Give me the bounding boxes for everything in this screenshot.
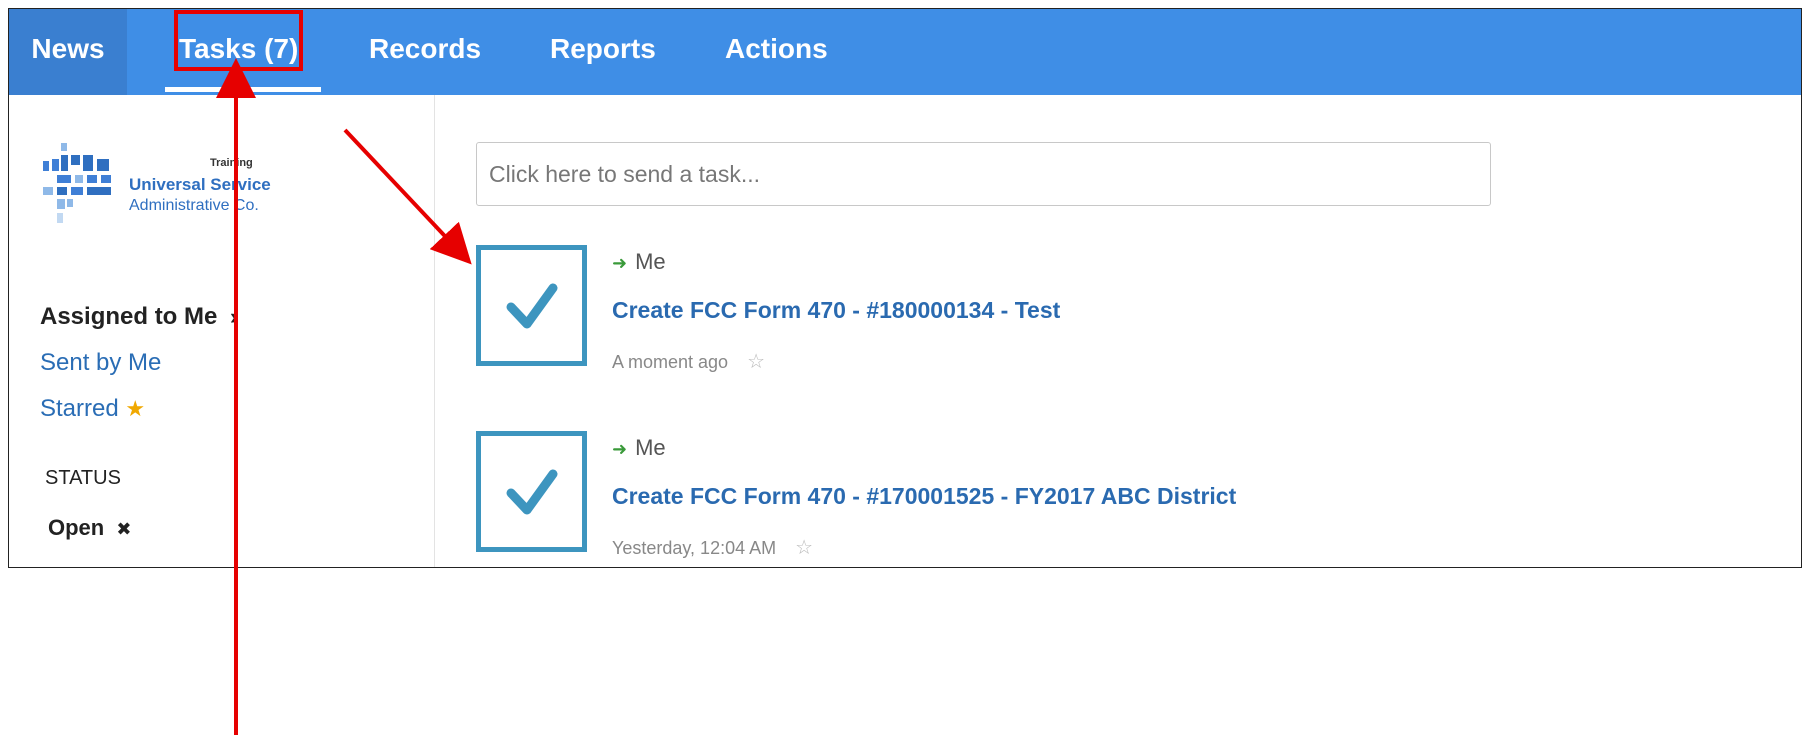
usac-logo: Training Universal Service Administrativ… [39,143,299,243]
task-item: ➜ Me Create FCC Form 470 - #180000134 - T… [476,245,1776,385]
star-icon: ★ [125,396,146,421]
logo-training-label: Training [210,157,253,169]
task-title-link[interactable]: Create FCC Form 470 - #170001525 - FY201… [612,483,1236,510]
status-open-label: Open [48,515,105,540]
top-navigation: News Tasks (7) Records Reports Actions [9,9,1801,95]
task-title-link[interactable]: Create FCC Form 470 - #180000134 - Test [612,297,1060,324]
app-window: News Tasks (7) Records Reports Actions T… [8,8,1802,568]
chevron-right-icon: › [230,304,238,329]
task-complete-checkbox[interactable] [476,431,587,552]
checkmark-icon [506,469,558,515]
task-meta: Yesterday, 12:04 AM ☆ [612,535,813,560]
filter-assigned-label: Assigned to Me [40,303,218,330]
task-assignee-label: Me [635,249,666,274]
task-complete-checkbox[interactable] [476,245,587,366]
status-filter-open[interactable]: Open ✖ [48,515,131,541]
task-timestamp: A moment ago [612,352,729,372]
star-outline-icon[interactable]: ☆ [795,537,813,559]
task-list-panel: ➜ Me Create FCC Form 470 - #180000134 - T… [436,95,1801,567]
arrow-right-icon: ➜ [612,439,628,459]
filter-sent-by-me[interactable]: Sent by Me [40,349,161,377]
filter-assigned-to-me[interactable]: Assigned to Me › [40,303,237,331]
usac-logo-mark-icon [43,143,111,223]
status-heading: STATUS [45,467,121,489]
task-meta: A moment ago ☆ [612,349,765,374]
nav-tab-news[interactable]: News [9,9,127,95]
task-assignee: ➜ Me [612,249,666,275]
checkmark-icon [506,283,558,329]
task-timestamp: Yesterday, 12:04 AM [612,538,777,558]
nav-tab-records[interactable]: Records [369,9,481,95]
sidebar: Training Universal Service Administrativ… [9,95,435,567]
remove-filter-icon[interactable]: ✖ [116,519,131,539]
filter-starred-label: Starred [40,395,119,422]
nav-tab-reports[interactable]: Reports [550,9,656,95]
task-item: ➜ Me Create FCC Form 470 - #170001525 - F… [476,431,1776,567]
logo-name-line2: Administrative Co. [129,197,259,214]
send-task-input[interactable] [476,142,1491,206]
nav-tab-tasks[interactable]: Tasks (7) [179,9,298,95]
filter-starred[interactable]: Starred ★ [40,395,145,423]
active-tab-indicator [165,87,321,92]
logo-name-line1: Universal Service [129,175,271,194]
star-outline-icon[interactable]: ☆ [747,351,765,373]
nav-tab-actions[interactable]: Actions [725,9,828,95]
arrow-right-icon: ➜ [612,253,628,273]
task-assignee: ➜ Me [612,435,666,461]
task-assignee-label: Me [635,435,666,460]
